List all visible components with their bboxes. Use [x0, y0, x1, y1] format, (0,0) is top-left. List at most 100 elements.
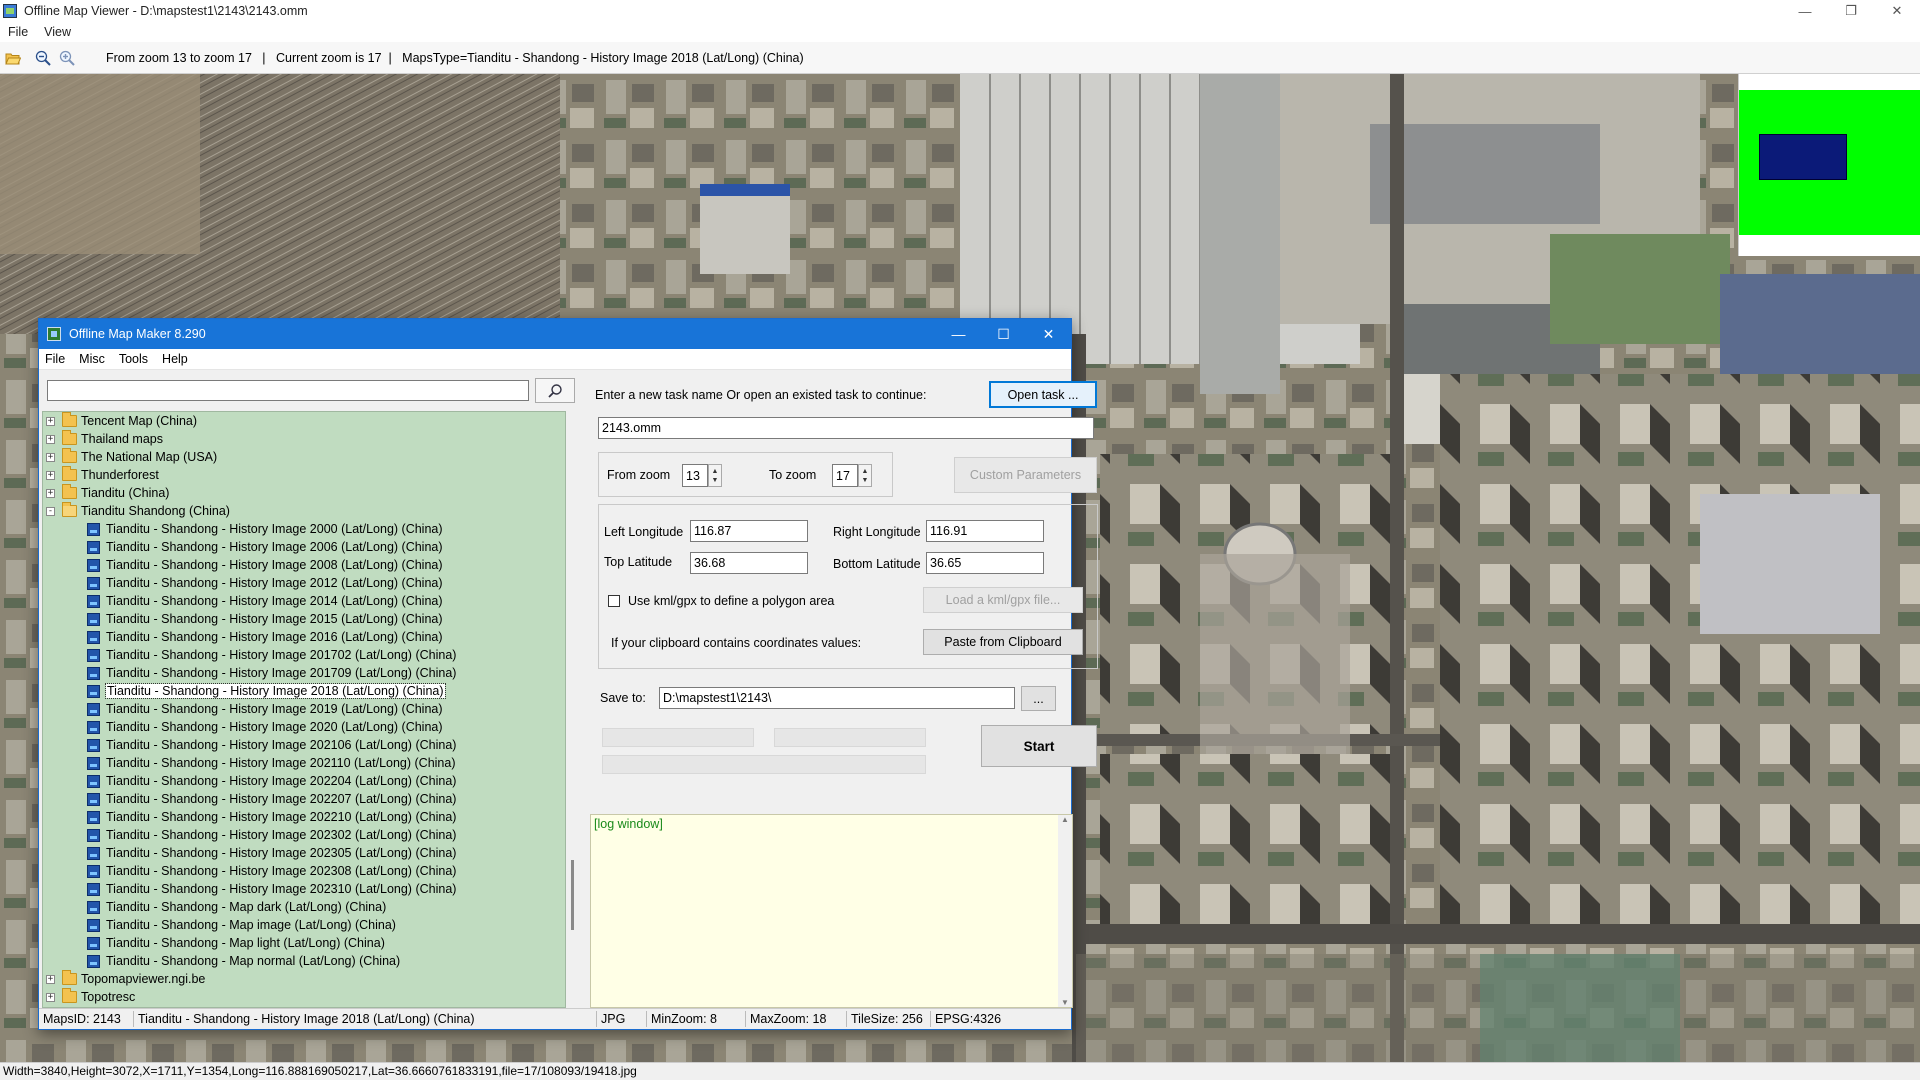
minimize-icon[interactable]: — — [1782, 0, 1828, 22]
tree-map-item[interactable]: Tianditu - Shandong - History Image 2023… — [43, 862, 565, 880]
dialog-close-icon[interactable]: ✕ — [1026, 319, 1071, 349]
dialog-menu-file[interactable]: File — [39, 352, 73, 366]
left-longitude-field[interactable]: 116.87 — [690, 520, 808, 542]
overview-minimap[interactable] — [1738, 74, 1920, 256]
tree-map-item[interactable]: Tianditu - Shandong - History Image 2014… — [43, 592, 565, 610]
spin-up-icon[interactable]: ▲ — [712, 467, 719, 476]
tree-map-item[interactable]: Tianditu - Shandong - History Image 2019… — [43, 700, 565, 718]
search-button[interactable] — [535, 378, 575, 403]
tree-map-item[interactable]: Tianditu - Shandong - History Image 2008… — [43, 556, 565, 574]
spin-down-icon[interactable]: ▼ — [712, 476, 719, 485]
menu-file[interactable]: File — [0, 25, 36, 39]
from-zoom-spinner[interactable]: ▲ ▼ — [708, 464, 722, 487]
expand-icon[interactable]: + — [46, 488, 55, 498]
tree-map-item[interactable]: Tianditu - Shandong - History Image 2021… — [43, 754, 565, 772]
tree-map-item[interactable]: Tianditu - Shandong - Map normal (Lat/Lo… — [43, 952, 565, 970]
dialog-menu-help[interactable]: Help — [156, 352, 196, 366]
menu-view[interactable]: View — [36, 25, 79, 39]
from-zoom-field[interactable]: 13 — [682, 464, 708, 487]
top-latitude-field[interactable]: 36.68 — [690, 552, 808, 574]
dialog-window-controls: — ☐ ✕ — [936, 319, 1071, 349]
tree-map-item[interactable]: Tianditu - Shandong - History Image 2017… — [43, 646, 565, 664]
tree-folder[interactable]: + Tianditu (China) — [43, 484, 565, 502]
tree-folder[interactable]: + Tencent Map (China) — [43, 412, 565, 430]
open-task-button[interactable]: Open task ... — [989, 381, 1097, 408]
close-icon[interactable]: ✕ — [1874, 0, 1920, 22]
tree-map-item[interactable]: Tianditu - Shandong - History Image 2022… — [43, 790, 565, 808]
minimap-viewport-rect[interactable] — [1759, 134, 1847, 180]
start-button[interactable]: Start — [981, 725, 1097, 767]
tree-map-item[interactable]: Tianditu - Shandong - Map light (Lat/Lon… — [43, 934, 565, 952]
map-search-input[interactable] — [47, 380, 529, 401]
zoom-out-icon[interactable] — [32, 47, 54, 69]
tree-folder[interactable]: + Thunderforest — [43, 466, 565, 484]
tree-map-item[interactable]: Tianditu - Shandong - History Image 2023… — [43, 826, 565, 844]
tree-map-item[interactable]: Tianditu - Shandong - History Image 2020… — [43, 718, 565, 736]
expand-icon[interactable]: + — [46, 452, 55, 462]
tree-map-item[interactable]: Tianditu - Shandong - Map dark (Lat/Long… — [43, 898, 565, 916]
tree-map-item[interactable]: Tianditu - Shandong - History Image 2000… — [43, 520, 565, 538]
map-layer-icon — [87, 954, 100, 968]
tree-folder[interactable]: + Topomapviewer.ngi.be — [43, 970, 565, 988]
browse-folder-button[interactable]: ... — [1021, 686, 1056, 711]
task-name-field[interactable]: 2143.omm — [598, 417, 1094, 439]
tree-map-label: Tianditu - Shandong - Map light (Lat/Lon… — [106, 936, 385, 950]
tree-folder[interactable]: + The National Map (USA) — [43, 448, 565, 466]
map-source-tree[interactable]: + Tencent Map (China) + Thailand maps + The N… — [42, 411, 566, 1008]
tree-folder[interactable]: + Thailand maps — [43, 430, 565, 448]
restore-icon[interactable]: ❐ — [1828, 0, 1874, 22]
tree-folder-label: The National Map (USA) — [81, 450, 218, 464]
right-longitude-field[interactable]: 116.91 — [926, 520, 1044, 542]
tree-map-item[interactable]: Tianditu - Shandong - History Image 2012… — [43, 574, 565, 592]
tree-map-item[interactable]: Tianditu - Shandong - Map image (Lat/Lon… — [43, 916, 565, 934]
use-kml-checkbox[interactable] — [608, 595, 620, 607]
custom-parameters-button[interactable]: Custom Parameters — [954, 457, 1097, 493]
tree-map-item[interactable]: Tianditu - Shandong - History Image 2018… — [43, 682, 565, 700]
tree-map-item[interactable]: Tianditu - Shandong - History Image 2006… — [43, 538, 565, 556]
expand-icon[interactable]: + — [46, 974, 55, 984]
expand-icon[interactable]: + — [46, 416, 55, 426]
dialog-app-icon — [47, 327, 61, 341]
log-window[interactable]: [log window] ▲ ▼ — [590, 814, 1073, 1008]
paste-clipboard-button[interactable]: Paste from Clipboard — [923, 629, 1083, 655]
tree-scrollbar[interactable] — [566, 411, 580, 1008]
tree-map-item[interactable]: Tianditu - Shandong - History Image 2023… — [43, 880, 565, 898]
dialog-menu-tools[interactable]: Tools — [113, 352, 156, 366]
collapse-icon[interactable]: - — [46, 506, 55, 516]
tree-map-label: Tianditu - Shandong - History Image 2023… — [106, 882, 457, 896]
tree-map-label: Tianditu - Shandong - History Image 2021… — [106, 738, 457, 752]
dialog-minimize-icon[interactable]: — — [936, 319, 981, 349]
tree-map-item[interactable]: Tianditu - Shandong - History Image 2023… — [43, 844, 565, 862]
viewer-menubar: File View — [0, 22, 1920, 42]
spin-down-icon[interactable]: ▼ — [862, 476, 869, 485]
expand-icon[interactable]: + — [46, 992, 55, 1002]
folder-icon — [62, 466, 77, 481]
load-kml-button[interactable]: Load a kml/gpx file... — [923, 587, 1083, 613]
save-path-field[interactable]: D:\mapstest1\2143\ — [659, 687, 1015, 709]
tree-map-item[interactable]: Tianditu - Shandong - History Image 2017… — [43, 664, 565, 682]
tree-map-item[interactable]: Tianditu - Shandong - History Image 2016… — [43, 628, 565, 646]
tree-folder[interactable]: + Topotresc — [43, 988, 565, 1006]
open-folder-icon[interactable] — [2, 47, 24, 69]
to-zoom-field[interactable]: 17 — [832, 464, 858, 487]
scroll-up-icon[interactable]: ▲ — [1061, 815, 1069, 824]
tree-map-item[interactable]: Tianditu - Shandong - History Image 2022… — [43, 772, 565, 790]
expand-icon[interactable]: + — [46, 470, 55, 480]
zoom-in-icon[interactable] — [56, 47, 78, 69]
dialog-maximize-icon[interactable]: ☐ — [981, 319, 1026, 349]
tree-folder[interactable]: - Tianditu Shandong (China) — [43, 502, 565, 520]
tree-map-item[interactable]: Tianditu - Shandong - History Image 2021… — [43, 736, 565, 754]
log-scrollbar[interactable]: ▲ ▼ — [1058, 815, 1072, 1007]
scroll-down-icon[interactable]: ▼ — [1061, 998, 1069, 1007]
tree-map-item[interactable]: Tianditu - Shandong - History Image 2022… — [43, 808, 565, 826]
tree-map-label: Tianditu - Shandong - Map normal (Lat/Lo… — [106, 954, 401, 968]
map-layer-icon — [87, 918, 100, 932]
tree-scroll-thumb[interactable] — [571, 860, 574, 930]
bottom-latitude-field[interactable]: 36.65 — [926, 552, 1044, 574]
expand-icon[interactable]: + — [46, 434, 55, 444]
tree-map-item[interactable]: Tianditu - Shandong - History Image 2015… — [43, 610, 565, 628]
dialog-titlebar[interactable]: Offline Map Maker 8.290 — ☐ ✕ — [39, 319, 1071, 349]
dialog-menu-misc[interactable]: Misc — [73, 352, 113, 366]
to-zoom-spinner[interactable]: ▲ ▼ — [858, 464, 872, 487]
spin-up-icon[interactable]: ▲ — [862, 467, 869, 476]
